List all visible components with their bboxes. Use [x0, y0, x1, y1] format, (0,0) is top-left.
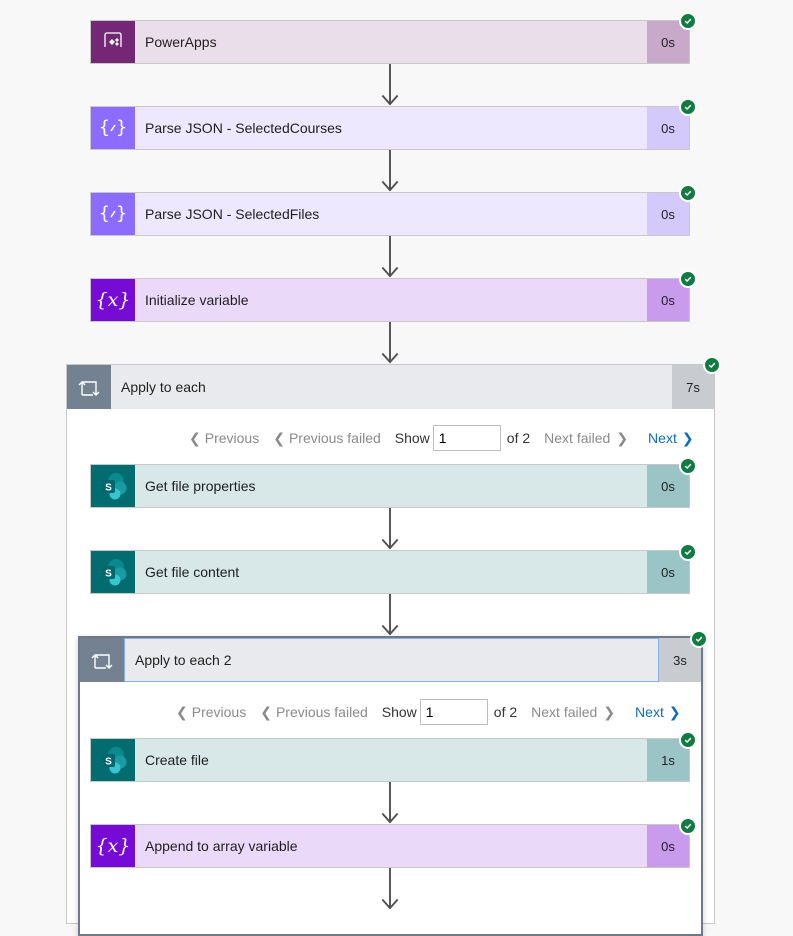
show-label: Show [381, 704, 417, 720]
success-check-icon [679, 817, 697, 835]
chevron-left-icon: ❮ [176, 703, 188, 720]
arrow-down-icon [380, 322, 400, 364]
show-label: Show [394, 430, 430, 446]
iteration-input[interactable] [432, 425, 501, 451]
chevron-right-icon: ❯ [603, 703, 616, 720]
variable-icon [91, 825, 135, 867]
arrow-down-icon [380, 868, 400, 910]
sharepoint-icon [91, 465, 135, 507]
parse-json-icon [91, 193, 135, 235]
step-initialize-variable[interactable]: Initialize variable 0s [90, 278, 690, 322]
chevron-right-icon: ❯ [681, 429, 694, 446]
arrow-down-icon [380, 236, 400, 278]
chevron-right-icon: ❯ [616, 429, 629, 446]
sharepoint-icon [91, 739, 135, 781]
arrow-down-icon [380, 594, 400, 636]
iteration-count: of 2 [493, 704, 518, 720]
chevron-left-icon: ❮ [260, 703, 272, 720]
step-get-file-properties[interactable]: Get file properties 0s [90, 464, 690, 508]
scope-title: Apply to each [121, 379, 206, 395]
next-failed-button[interactable]: Next failed ❯ [531, 704, 615, 721]
parse-json-icon [91, 107, 135, 149]
apply-to-each-header[interactable]: Apply to each 7s [67, 365, 714, 409]
iteration-count: of 2 [506, 430, 531, 446]
iteration-pager: ❮Previous ❮Previous failed Show of 2 Nex… [176, 698, 681, 726]
previous-button[interactable]: ❮ Previous [189, 430, 259, 447]
step-append-to-array-variable[interactable]: Append to array variable 0s [90, 824, 690, 868]
chevron-right-icon: ❯ [668, 703, 681, 720]
success-check-icon [679, 12, 697, 30]
step-title: Initialize variable [135, 279, 647, 321]
success-check-icon [679, 270, 697, 288]
previous-button[interactable]: ❮ Previous [176, 704, 246, 721]
loop-icon [67, 365, 111, 409]
step-title: Get file properties [135, 465, 647, 507]
step-title: Get file content [135, 551, 647, 593]
success-check-icon [703, 356, 721, 374]
next-failed-button[interactable]: Next failed ❯ [544, 430, 628, 447]
arrow-down-icon [380, 508, 400, 550]
success-check-icon [690, 630, 708, 648]
success-check-icon [679, 184, 697, 202]
step-title: Append to array variable [135, 825, 647, 867]
arrow-down-icon [380, 150, 400, 192]
previous-failed-button[interactable]: ❮ Previous failed [273, 430, 381, 447]
success-check-icon [679, 98, 697, 116]
success-check-icon [679, 543, 697, 561]
step-title: Parse JSON - SelectedCourses [135, 107, 647, 149]
arrow-down-icon [380, 64, 400, 106]
step-create-file[interactable]: Create file 1s [90, 738, 690, 782]
iteration-input[interactable] [419, 699, 488, 725]
step-title: PowerApps [135, 21, 647, 63]
chevron-left-icon: ❮ [189, 429, 201, 446]
arrow-down-icon [380, 782, 400, 824]
loop-icon [80, 638, 124, 682]
chevron-left-icon: ❮ [273, 429, 285, 446]
next-button[interactable]: Next ❯ [635, 704, 681, 721]
powerapps-icon [91, 21, 135, 63]
scope-title: Apply to each 2 [124, 638, 659, 682]
sharepoint-icon [91, 551, 135, 593]
step-title: Parse JSON - SelectedFiles [135, 193, 647, 235]
step-parse-json-selected-courses[interactable]: Parse JSON - SelectedCourses 0s [90, 106, 690, 150]
variable-icon [91, 279, 135, 321]
iteration-pager: ❮Previous ❮Previous failed Show of 2 Nex… [189, 424, 694, 452]
step-powerapps[interactable]: PowerApps 0s [90, 20, 690, 64]
success-check-icon [679, 731, 697, 749]
step-parse-json-selected-files[interactable]: Parse JSON - SelectedFiles 0s [90, 192, 690, 236]
step-title: Create file [135, 739, 647, 781]
next-button[interactable]: Next ❯ [648, 430, 694, 447]
step-get-file-content[interactable]: Get file content 0s [90, 550, 690, 594]
previous-failed-button[interactable]: ❮ Previous failed [260, 704, 368, 721]
success-check-icon [679, 457, 697, 475]
apply-to-each-2-header[interactable]: Apply to each 2 3s [80, 638, 701, 682]
